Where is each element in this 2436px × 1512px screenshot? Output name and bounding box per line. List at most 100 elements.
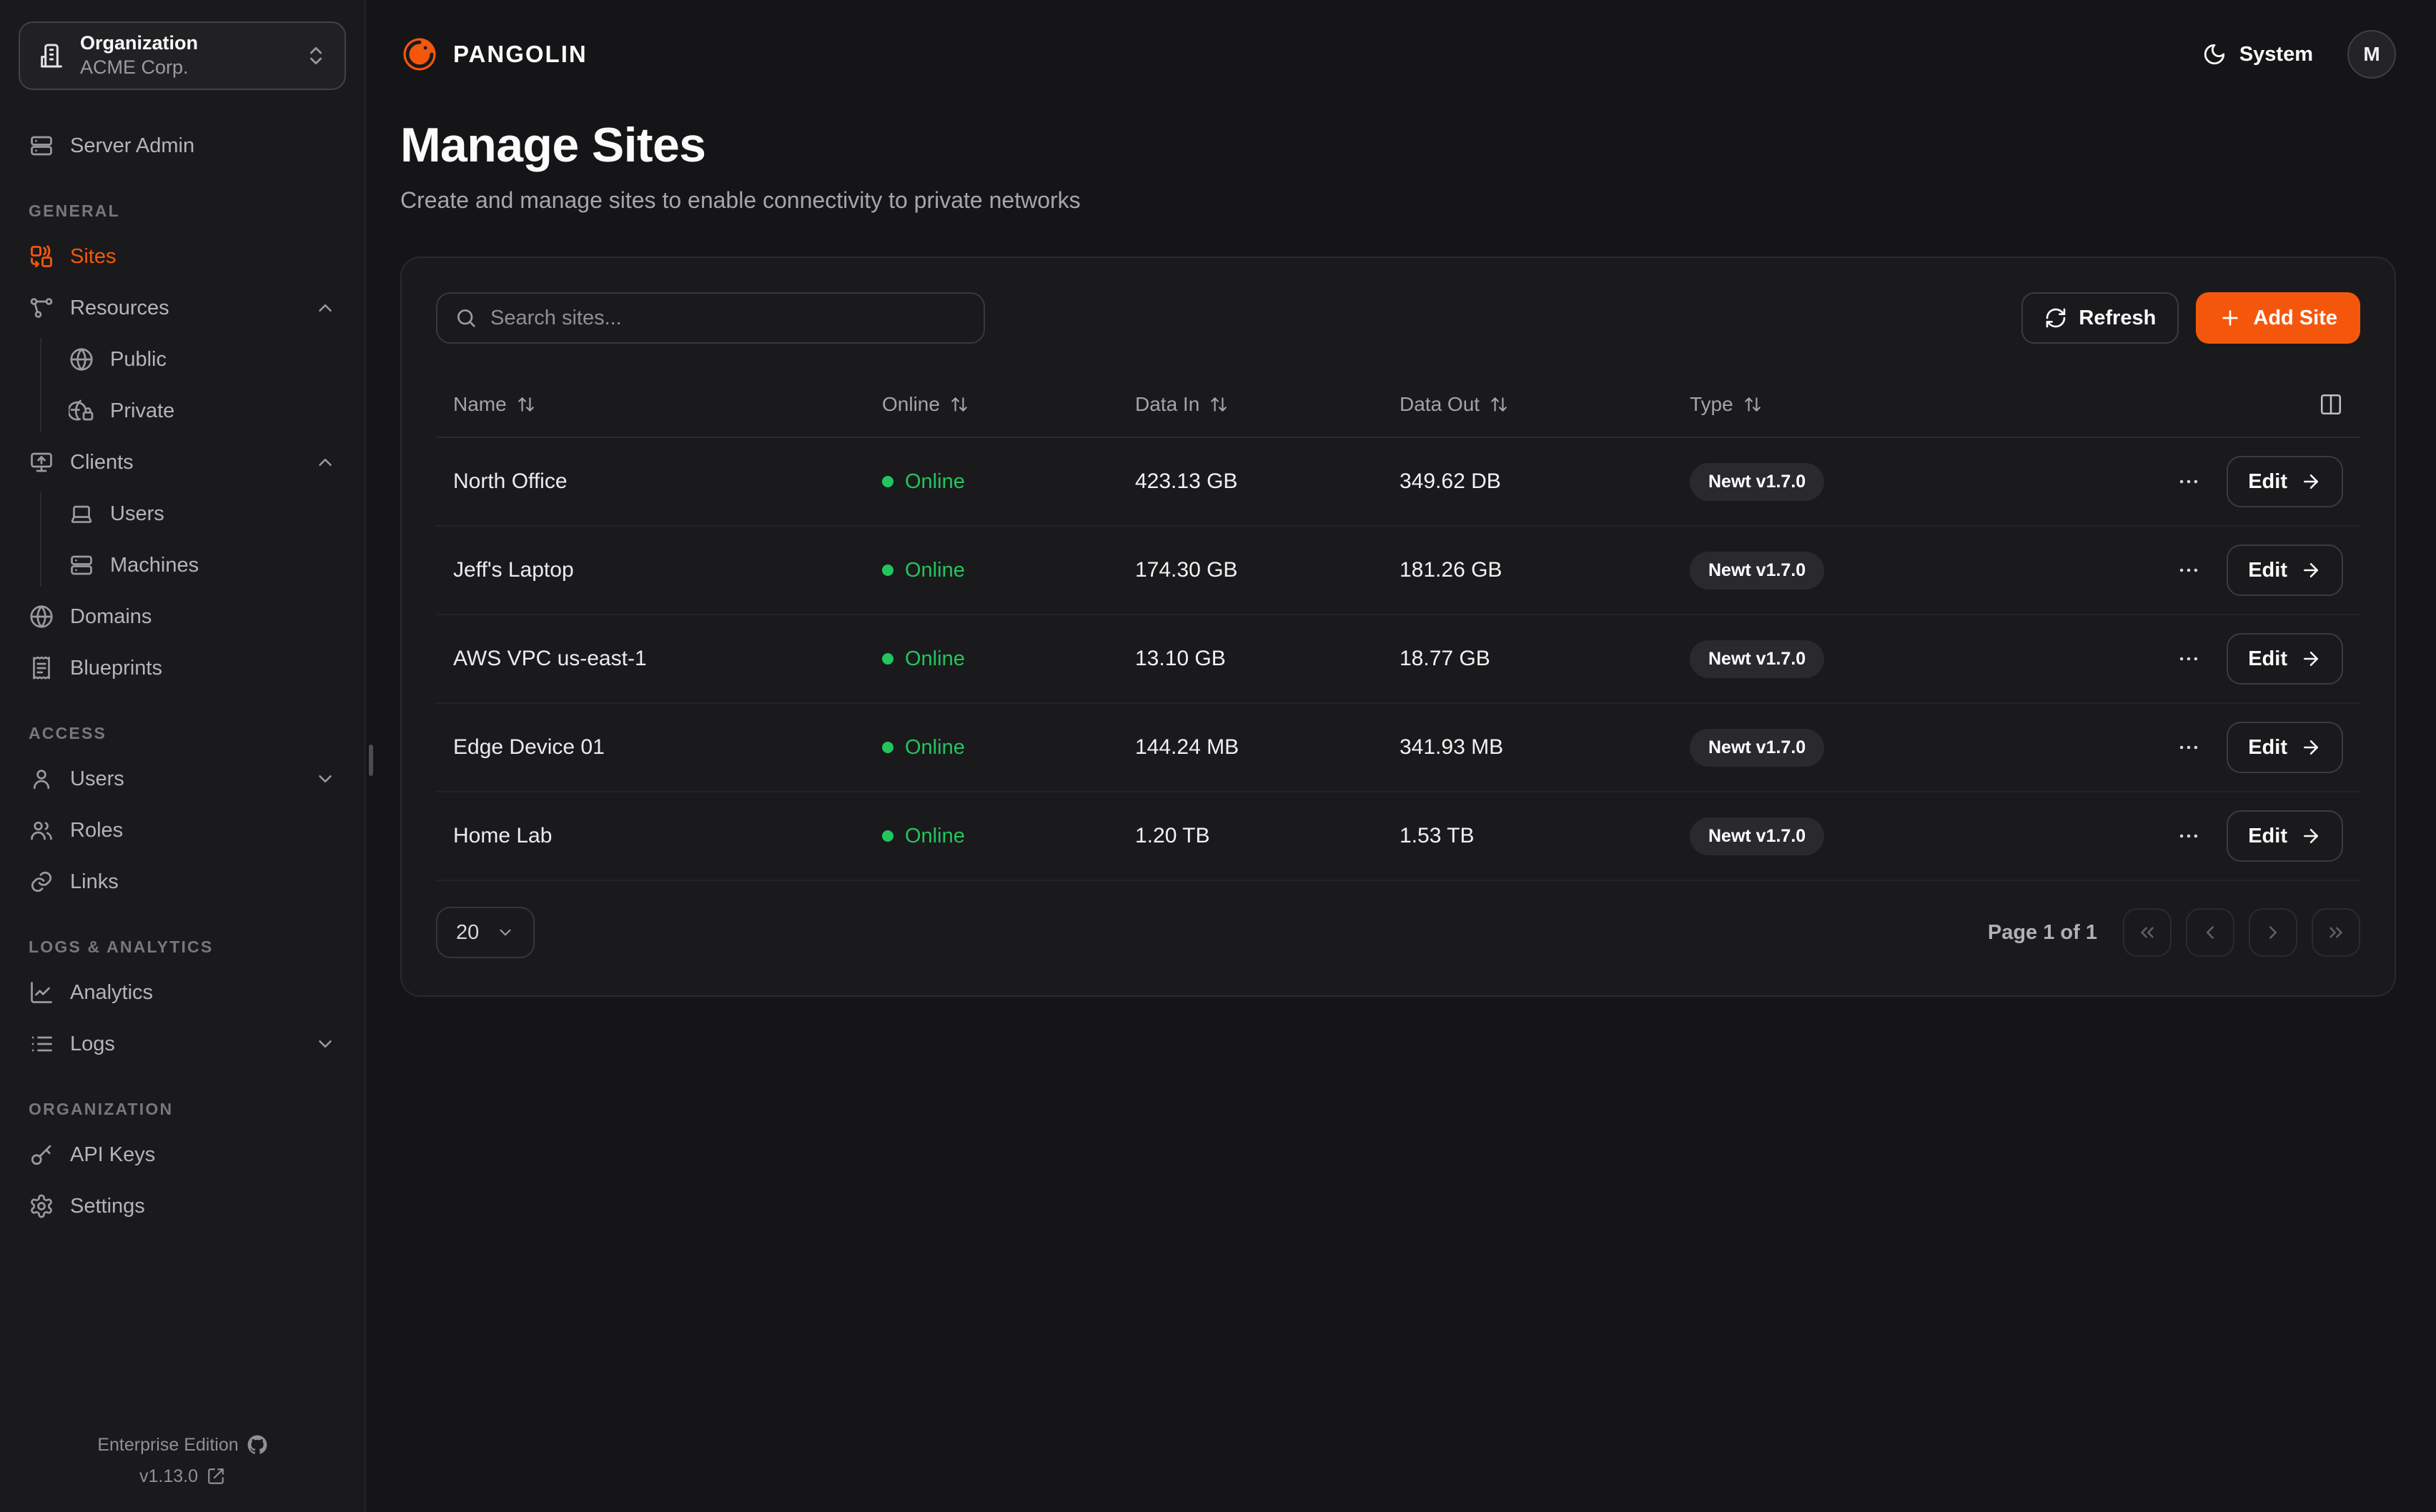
arrow-right-icon xyxy=(2300,648,2322,670)
sort-icon xyxy=(1743,395,1762,414)
ellipsis-icon xyxy=(2177,824,2201,848)
org-selector[interactable]: Organization ACME Corp. xyxy=(19,21,346,90)
data-out-value: 349.62 DB xyxy=(1382,469,1673,494)
edit-button[interactable]: Edit xyxy=(2227,456,2343,507)
sidebar-item-blueprints[interactable]: Blueprints xyxy=(19,647,346,690)
refresh-button[interactable]: Refresh xyxy=(2021,292,2179,344)
sort-icon xyxy=(1209,395,1228,414)
globe-icon xyxy=(69,347,94,372)
search-input[interactable] xyxy=(490,307,966,330)
sidebar-item-analytics[interactable]: Analytics xyxy=(19,971,346,1014)
columns-icon xyxy=(2319,392,2343,417)
sites-combine-icon xyxy=(29,244,54,269)
edit-button[interactable]: Edit xyxy=(2227,810,2343,862)
server-stack-icon xyxy=(69,552,94,578)
sidebar-item-machines[interactable]: Machines xyxy=(59,544,346,587)
status-badge: Online xyxy=(865,736,1118,760)
table-row: Jeff's Laptop Online 174.30 GB 181.26 GB… xyxy=(436,527,2360,615)
sidebar-item-client-users[interactable]: Users xyxy=(59,492,346,535)
column-header-name[interactable]: Name xyxy=(436,393,865,416)
sidebar-item-server-admin[interactable]: Server Admin xyxy=(19,124,346,167)
sidebar-item-public[interactable]: Public xyxy=(59,338,346,381)
sidebar-item-label: Server Admin xyxy=(70,134,194,158)
online-dot-icon xyxy=(882,742,893,753)
row-menu-button[interactable] xyxy=(2171,464,2207,499)
sidebar-nav: Server Admin GENERAL Sites Resources xyxy=(19,124,346,1236)
list-icon xyxy=(29,1031,54,1057)
row-menu-button[interactable] xyxy=(2171,818,2207,854)
search-box xyxy=(436,292,985,344)
sidebar-footer: Enterprise Edition v1.13.0 xyxy=(19,1429,346,1512)
theme-label: System xyxy=(2239,43,2313,66)
first-page-button[interactable] xyxy=(2123,908,2172,957)
sidebar-item-domains[interactable]: Domains xyxy=(19,595,346,638)
type-badge: Newt v1.7.0 xyxy=(1690,817,1824,855)
data-out-value: 341.93 MB xyxy=(1382,735,1673,760)
sidebar-item-settings[interactable]: Settings xyxy=(19,1185,346,1228)
table-row: Home Lab Online 1.20 TB 1.53 TB Newt v1.… xyxy=(436,792,2360,881)
data-out-value: 1.53 TB xyxy=(1382,824,1673,848)
sort-icon xyxy=(517,395,535,414)
online-dot-icon xyxy=(882,476,893,487)
brand-logo[interactable]: PANGOLIN xyxy=(400,35,588,74)
row-menu-button[interactable] xyxy=(2171,730,2207,765)
github-icon[interactable] xyxy=(247,1435,267,1455)
chart-line-icon xyxy=(29,980,54,1005)
sort-icon xyxy=(950,395,969,414)
arrow-right-icon xyxy=(2300,471,2322,492)
sidebar-item-links[interactable]: Links xyxy=(19,860,346,903)
sidebar-scrollbar-thumb[interactable] xyxy=(369,745,373,776)
column-header-type[interactable]: Type xyxy=(1673,393,2120,416)
column-header-data-in[interactable]: Data In xyxy=(1118,393,1382,416)
sidebar-item-private[interactable]: Private xyxy=(59,389,346,432)
sidebar-item-logs[interactable]: Logs xyxy=(19,1023,346,1065)
page-size-select[interactable]: 20 xyxy=(436,907,535,958)
column-header-data-out[interactable]: Data Out xyxy=(1382,393,1673,416)
sidebar: Organization ACME Corp. Server Admin GEN… xyxy=(0,0,366,1512)
add-site-button[interactable]: Add Site xyxy=(2196,292,2360,344)
section-label-general: GENERAL xyxy=(19,202,346,221)
sidebar-item-sites[interactable]: Sites xyxy=(19,235,346,278)
edit-button[interactable]: Edit xyxy=(2227,722,2343,773)
section-label-logs-analytics: LOGS & ANALYTICS xyxy=(19,937,346,957)
sidebar-item-label: Users xyxy=(70,767,124,791)
edit-button[interactable]: Edit xyxy=(2227,544,2343,596)
waypoints-icon xyxy=(29,295,54,321)
row-menu-button[interactable] xyxy=(2171,552,2207,588)
main-area: PANGOLIN System M Manage Sites Create an… xyxy=(366,0,2436,1512)
last-page-button[interactable] xyxy=(2312,908,2360,957)
next-page-button[interactable] xyxy=(2249,908,2297,957)
column-header-online[interactable]: Online xyxy=(865,393,1118,416)
chevrons-up-down-icon xyxy=(304,44,327,67)
edit-button[interactable]: Edit xyxy=(2227,633,2343,685)
sidebar-item-label: Links xyxy=(70,870,119,894)
key-icon xyxy=(29,1142,54,1168)
prev-page-button[interactable] xyxy=(2186,908,2234,957)
chevron-right-icon xyxy=(2262,922,2284,943)
building-icon xyxy=(37,41,66,70)
site-name: AWS VPC us-east-1 xyxy=(436,647,865,671)
sidebar-item-api-keys[interactable]: API Keys xyxy=(19,1133,346,1176)
sidebar-item-users[interactable]: Users xyxy=(19,757,346,800)
column-visibility-button[interactable] xyxy=(2120,392,2360,417)
row-menu-button[interactable] xyxy=(2171,641,2207,677)
sidebar-item-label: Private xyxy=(110,399,174,423)
chevron-up-icon xyxy=(315,297,336,319)
receipt-icon xyxy=(29,655,54,681)
site-name: Home Lab xyxy=(436,824,865,848)
sidebar-item-roles[interactable]: Roles xyxy=(19,809,346,852)
arrow-right-icon xyxy=(2300,825,2322,847)
pangolin-logo-icon xyxy=(400,35,439,74)
refresh-icon xyxy=(2044,307,2067,329)
theme-toggle[interactable]: System xyxy=(2202,42,2313,66)
sidebar-item-resources[interactable]: Resources xyxy=(19,287,346,329)
site-name: Edge Device 01 xyxy=(436,735,865,760)
online-dot-icon xyxy=(882,653,893,665)
avatar[interactable]: M xyxy=(2347,30,2396,79)
gear-icon xyxy=(29,1193,54,1219)
external-link-icon[interactable] xyxy=(207,1467,225,1486)
sidebar-item-clients[interactable]: Clients xyxy=(19,441,346,484)
sidebar-item-label: Users xyxy=(110,502,164,526)
sidebar-item-label: Public xyxy=(110,348,167,372)
type-badge: Newt v1.7.0 xyxy=(1690,463,1824,501)
